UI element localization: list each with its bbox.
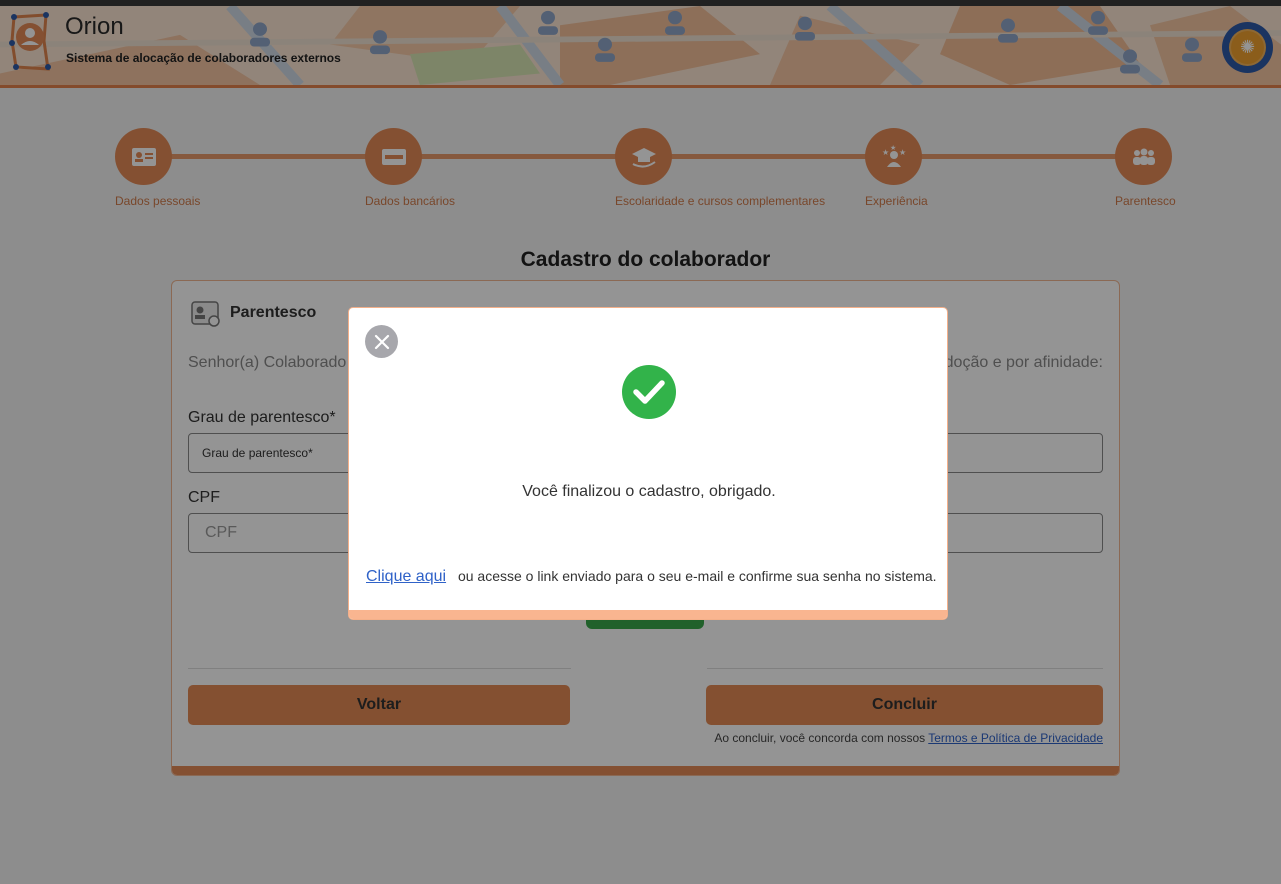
modal-footer-instructions: ou acesse o link enviado para o seu e-ma… <box>457 568 937 584</box>
modal-footer-text: Clique aqui ou acesse o link enviado par… <box>366 568 937 586</box>
click-here-link[interactable]: Clique aqui <box>366 568 446 585</box>
modal-bottom-bar <box>349 610 947 619</box>
success-message: Você finalizou o cadastro, obrigado. <box>522 483 776 500</box>
close-icon <box>374 334 389 349</box>
success-modal: Você finalizou o cadastro, obrigado. Cli… <box>348 307 948 620</box>
close-modal-button[interactable] <box>365 325 398 358</box>
success-check-icon <box>622 365 676 419</box>
